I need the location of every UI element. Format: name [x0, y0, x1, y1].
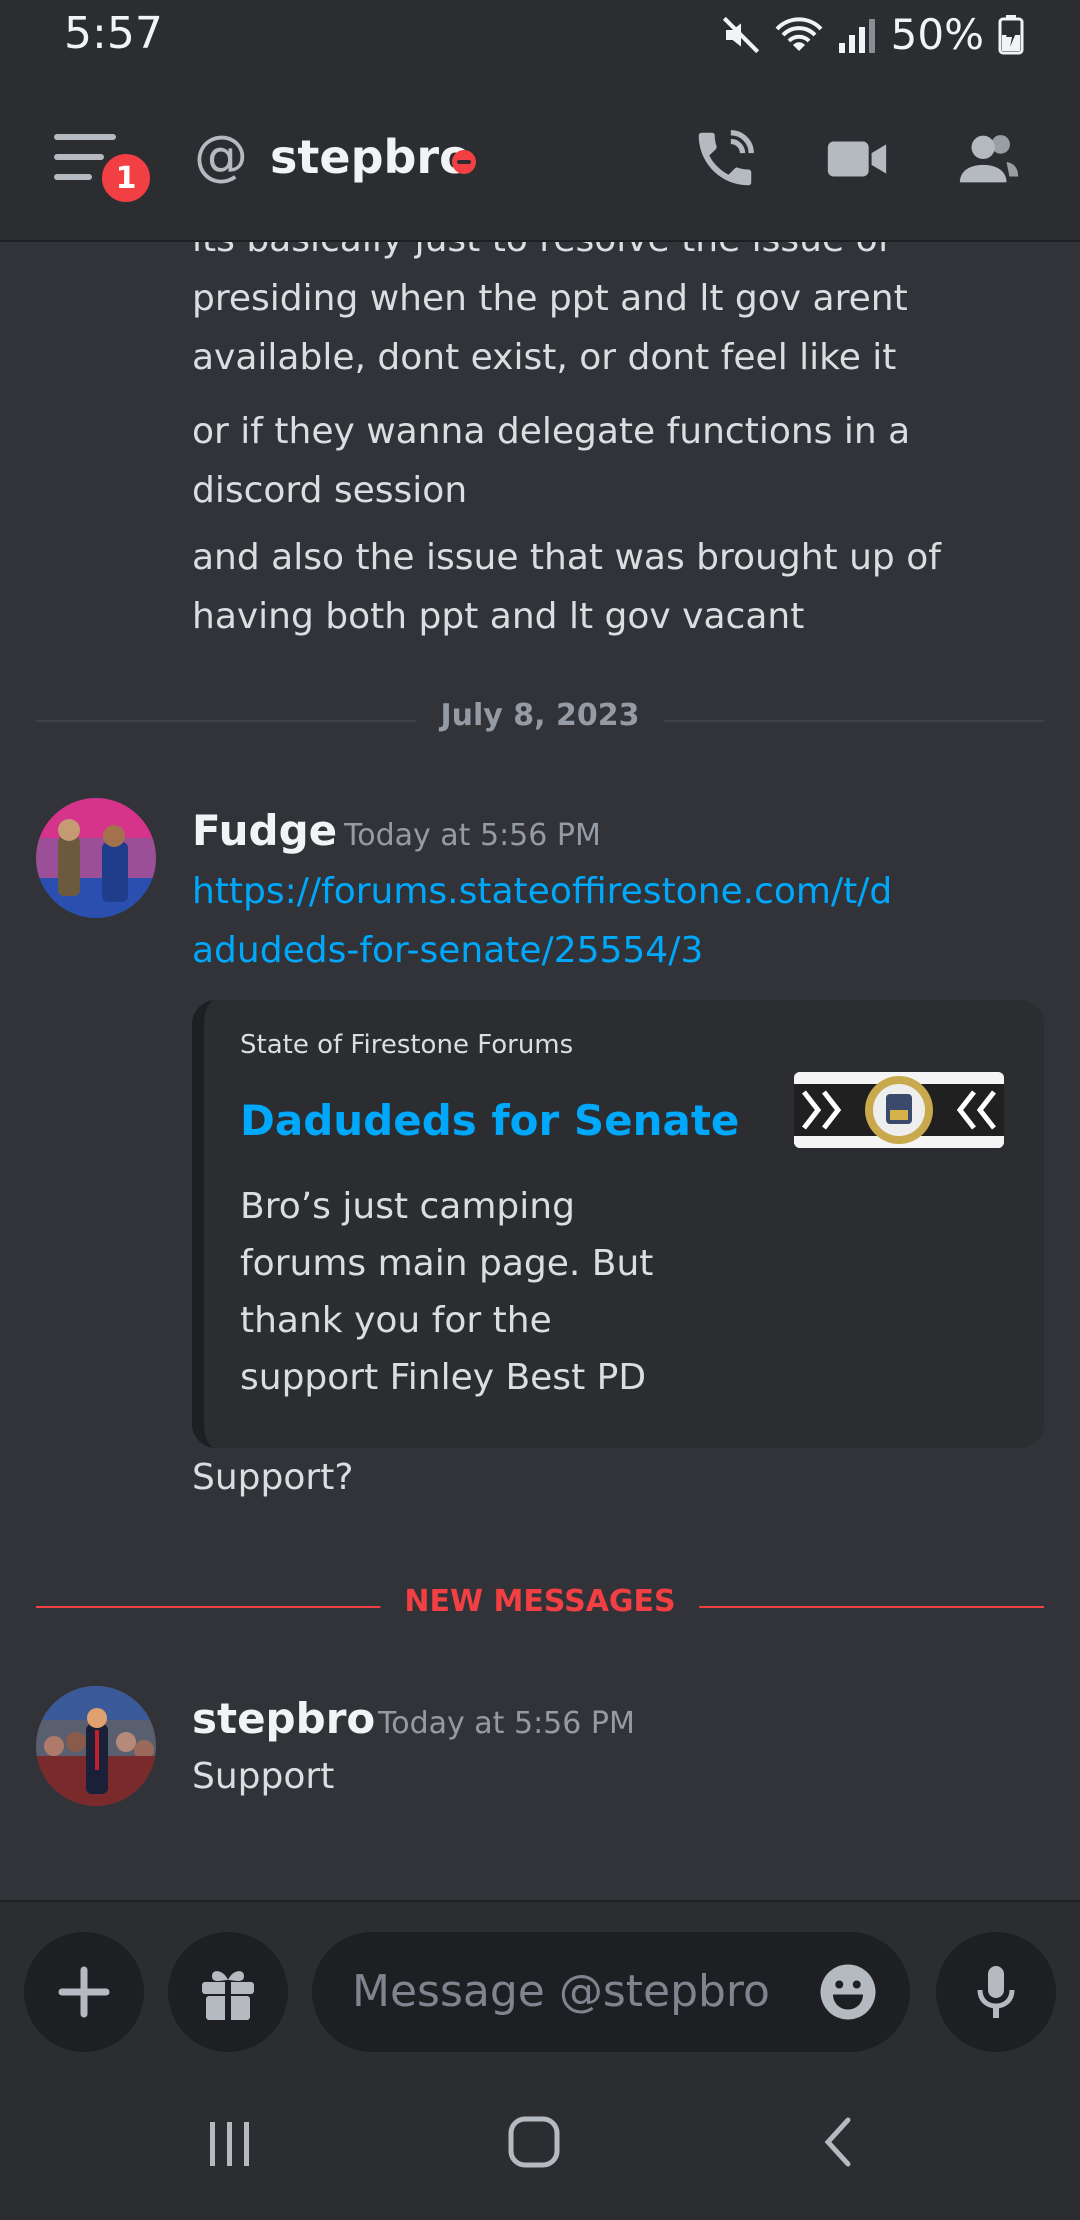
- date-divider-label: July 8, 2023: [416, 698, 664, 733]
- message-input[interactable]: Message @stepbro: [312, 1932, 910, 2052]
- message-text: Support: [192, 1756, 335, 1797]
- voice-message-button[interactable]: [936, 1932, 1056, 2052]
- at-icon: @: [194, 124, 248, 187]
- add-attachment-button[interactable]: [24, 1932, 144, 2052]
- new-messages-label: NEW MESSAGES: [380, 1584, 700, 1619]
- microphone-icon: [977, 1966, 1015, 2018]
- message-timestamp: Today at 5:56 PM: [344, 818, 601, 853]
- status-icons: 50%: [721, 10, 1024, 59]
- plus-icon: [58, 1966, 110, 2018]
- channel-title: stepbro: [270, 130, 471, 184]
- embed-title-link[interactable]: Dadudeds for Senate: [240, 1096, 739, 1145]
- message-timestamp: Today at 5:56 PM: [378, 1706, 635, 1741]
- avatar[interactable]: [36, 1686, 156, 1806]
- back-icon[interactable]: [818, 2114, 858, 2170]
- embed-provider: State of Firestone Forums: [240, 1030, 574, 1060]
- video-call-icon[interactable]: [822, 124, 892, 194]
- message-link[interactable]: https://forums.stateoffirestone.com/t/da…: [192, 862, 912, 980]
- link-embed: State of Firestone Forums Dadudeds for S…: [192, 1000, 1044, 1448]
- members-icon[interactable]: [954, 124, 1024, 194]
- date-divider: July 8, 2023: [36, 698, 1044, 733]
- dnd-status-icon: [452, 150, 476, 174]
- message-text: Support?: [192, 1457, 354, 1498]
- message-text: its basically just to resolve the issue …: [192, 242, 908, 378]
- battery-percent: 50%: [890, 10, 984, 59]
- recent-apps-icon[interactable]: [200, 2116, 260, 2172]
- message-text: or if they wanna delegate functions in a…: [192, 411, 911, 511]
- status-time: 5:57: [64, 8, 163, 59]
- message-composer: Message @stepbro: [0, 1900, 1080, 2062]
- message-username[interactable]: Fudge: [192, 806, 337, 855]
- embed-description: Bro’s just camping forums main page. But…: [240, 1186, 654, 1398]
- gift-button[interactable]: [168, 1932, 288, 2052]
- embed-thumbnail[interactable]: [794, 1072, 1004, 1148]
- mute-icon: [722, 16, 759, 53]
- wifi-icon: [775, 16, 823, 51]
- message-list: its basically just to resolve the issue …: [0, 242, 1080, 1900]
- notification-badge: 1: [98, 150, 154, 206]
- message-input-placeholder: Message @stepbro: [352, 1966, 770, 2017]
- battery-charging-icon: [998, 14, 1024, 54]
- home-icon[interactable]: [504, 2112, 564, 2172]
- emoji-icon[interactable]: [818, 1962, 878, 2022]
- gift-icon: [202, 1971, 254, 2022]
- system-navigation-bar: [0, 2060, 1080, 2220]
- status-bar: 5:57 50%: [0, 0, 1080, 72]
- message-username[interactable]: stepbro: [192, 1694, 375, 1743]
- phone-call-icon[interactable]: [690, 124, 760, 194]
- channel-header: 1 @ stepbro: [0, 72, 1080, 242]
- signal-icon: [838, 18, 875, 53]
- message-text: and also the issue that was brought up o…: [192, 537, 941, 637]
- avatar[interactable]: [36, 798, 156, 918]
- new-messages-divider: NEW MESSAGES: [36, 1584, 1044, 1619]
